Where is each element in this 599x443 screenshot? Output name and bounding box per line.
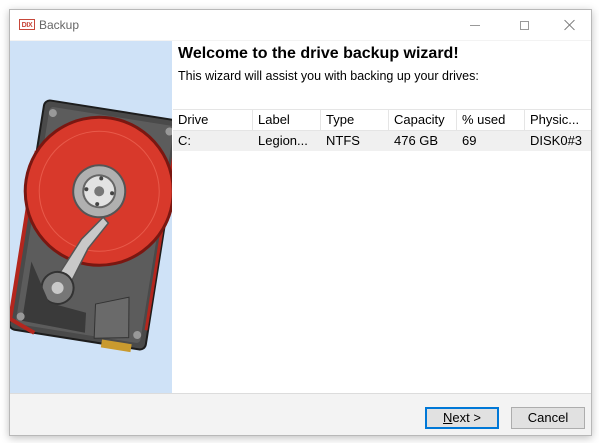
column-header-label[interactable]: Label (253, 110, 321, 130)
cell-type: NTFS (326, 133, 360, 148)
wizard-side-panel (10, 41, 172, 393)
column-header-drive[interactable]: Drive (173, 110, 253, 130)
wizard-footer: Next > Cancel (10, 393, 591, 435)
maximize-button[interactable] (501, 10, 547, 40)
wizard-subheading: This wizard will assist you with backing… (178, 69, 479, 83)
column-header-physical[interactable]: Physic... (525, 110, 591, 130)
cancel-button[interactable]: Cancel (511, 407, 585, 429)
cell-physical: DISK0#3 (530, 133, 583, 148)
table-row[interactable]: C: Legion... NTFS 476 GB 69 DISK0#3 (173, 131, 591, 151)
close-icon (564, 19, 576, 31)
wizard-heading: Welcome to the drive backup wizard! (178, 45, 459, 62)
column-header-capacity[interactable]: Capacity (389, 110, 457, 130)
cell-percent-used: 69 (462, 133, 477, 148)
column-header-percent-used[interactable]: % used (457, 110, 525, 130)
next-button[interactable]: Next > (425, 407, 499, 429)
next-button-label: Next > (443, 410, 481, 425)
minimize-icon (470, 24, 480, 26)
title-bar[interactable]: DIX Backup (10, 10, 591, 40)
cell-label: Legion... (258, 133, 308, 148)
window-title: Backup (39, 18, 80, 32)
maximize-icon (519, 20, 529, 30)
close-button[interactable] (547, 10, 591, 40)
minimize-button[interactable] (452, 10, 498, 40)
column-header-type[interactable]: Type (321, 110, 389, 130)
cell-drive: C: (178, 133, 191, 148)
table-header: Drive Label Type Capacity % used Physic.… (173, 109, 591, 131)
hard-drive-illustration (10, 99, 172, 353)
wizard-content: Welcome to the drive backup wizard! This… (172, 41, 591, 393)
drive-table: Drive Label Type Capacity % used Physic.… (173, 109, 591, 151)
app-icon: DIX (19, 19, 35, 30)
backup-window: DIX Backup Welcome to the drive backup w… (9, 9, 592, 436)
cell-capacity: 476 GB (394, 133, 439, 148)
